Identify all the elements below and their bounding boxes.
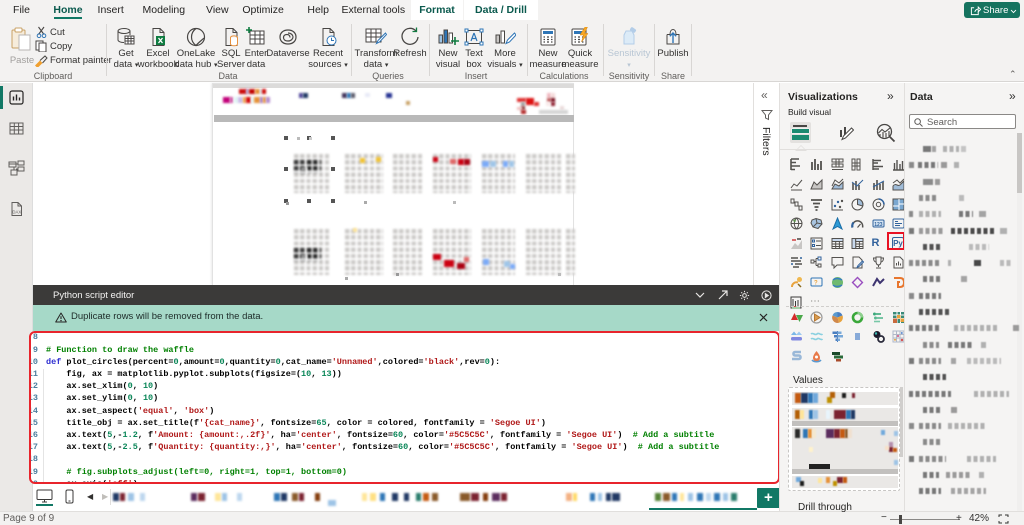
svg-text:123: 123: [874, 222, 883, 228]
svg-text:?: ?: [814, 281, 818, 287]
svg-text:DAX: DAX: [12, 210, 21, 215]
